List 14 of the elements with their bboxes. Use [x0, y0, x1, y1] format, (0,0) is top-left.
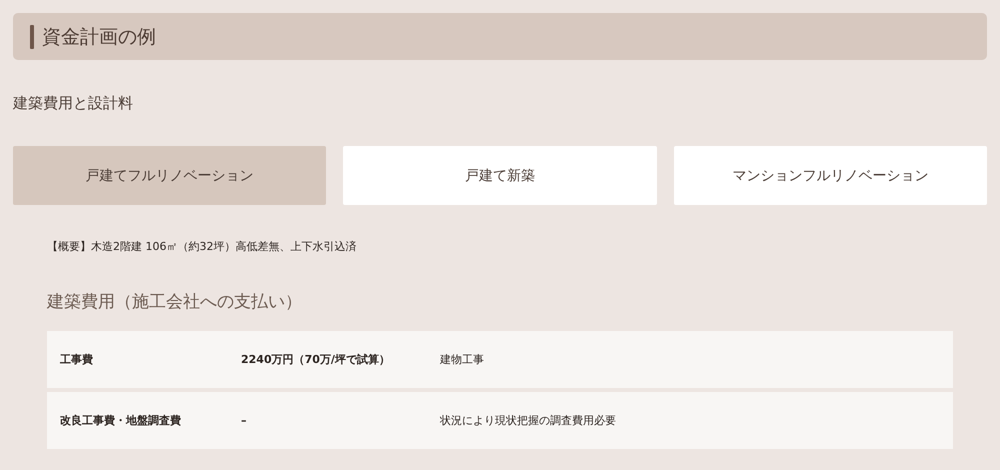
header-title: 資金計画の例 — [42, 24, 156, 50]
tab[interactable]: 戸建てフルリノベーション — [13, 146, 326, 205]
subtitle: 建築費用と設計料 — [13, 94, 134, 113]
overview-text: 【概要】木造2階建 106㎡（約32坪）高低差無、上下水引込済 — [47, 239, 358, 254]
tab[interactable]: 戸建て新築 — [343, 146, 657, 205]
note-cell-text: 建物工事 — [440, 352, 485, 367]
section-title: 建築費用（施工会社への支払い） — [47, 291, 303, 313]
amount-cell-text: 2240万円（70万/坪で試算） — [241, 352, 391, 367]
amount-cell-text: – — [241, 414, 248, 427]
item-cell-text: 工事費 — [60, 352, 94, 367]
item-cell-text: 改良工事費・地盤調査費 — [60, 413, 182, 428]
tab[interactable]: マンションフルリノベーション — [674, 146, 987, 205]
accent-bar — [30, 24, 34, 48]
note-cell-text: 状況により現状把握の調査費用必要 — [440, 413, 617, 428]
